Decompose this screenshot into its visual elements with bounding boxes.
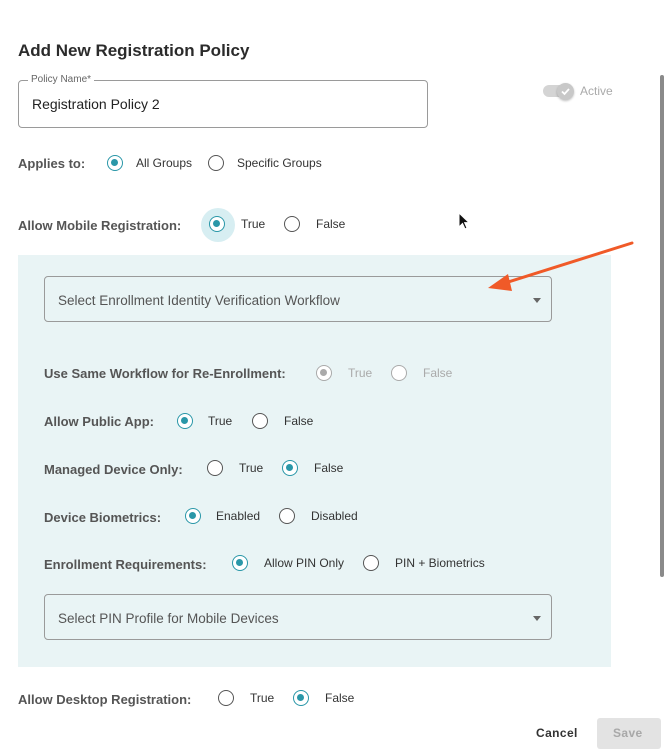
cursor-icon — [458, 212, 471, 230]
same-workflow-label: Use Same Workflow for Re-Enrollment: — [44, 366, 286, 381]
scrollbar[interactable] — [660, 75, 664, 577]
save-button-label: Save — [613, 726, 643, 740]
check-icon — [561, 88, 570, 96]
pin-profile-placeholder: Select PIN Profile for Mobile Devices — [58, 611, 279, 626]
chevron-down-icon — [533, 616, 541, 621]
option-same-workflow-false: False — [423, 366, 453, 380]
option-public-app-true: True — [208, 414, 233, 428]
option-desktop-true: True — [250, 691, 275, 705]
radio-public-app-true[interactable] — [177, 413, 193, 429]
policy-name-label: Policy Name* — [28, 74, 95, 85]
public-app-label: Allow Public App: — [44, 414, 155, 429]
enrollment-workflow-placeholder: Select Enrollment Identity Verification … — [58, 293, 340, 308]
radio-mobile-false[interactable] — [284, 216, 300, 232]
chevron-down-icon — [533, 298, 541, 303]
option-biometrics-enabled: Enabled — [216, 509, 261, 523]
option-mobile-false: False — [316, 217, 346, 231]
applies-to-label: Applies to: — [18, 156, 86, 171]
active-toggle-label: Active — [580, 84, 613, 98]
radio-specific-groups[interactable] — [208, 155, 224, 171]
save-button[interactable]: Save — [597, 718, 661, 749]
radio-mobile-true[interactable] — [209, 216, 225, 232]
managed-device-label: Managed Device Only: — [44, 462, 183, 477]
active-toggle[interactable] — [543, 83, 575, 100]
allow-mobile-label: Allow Mobile Registration: — [18, 218, 182, 233]
radio-managed-device-true[interactable] — [207, 460, 223, 476]
option-managed-device-true: True — [239, 461, 264, 475]
option-same-workflow-true: True — [348, 366, 373, 380]
radio-biometrics-enabled[interactable] — [185, 508, 201, 524]
radio-pin-biometrics[interactable] — [363, 555, 379, 571]
option-all-groups: All Groups — [136, 156, 193, 170]
cancel-button[interactable]: Cancel — [536, 726, 578, 740]
radio-public-app-false[interactable] — [252, 413, 268, 429]
dialog-title: Add New Registration Policy — [18, 41, 250, 60]
toggle-knob — [557, 83, 574, 100]
option-mobile-true: True — [241, 217, 266, 231]
device-biometrics-label: Device Biometrics: — [44, 510, 162, 525]
radio-managed-device-false[interactable] — [282, 460, 298, 476]
option-allow-pin-only: Allow PIN Only — [264, 556, 345, 570]
radio-all-groups[interactable] — [107, 155, 123, 171]
option-managed-device-false: False — [314, 461, 344, 475]
radio-biometrics-disabled[interactable] — [279, 508, 295, 524]
option-public-app-false: False — [284, 414, 314, 428]
radio-allow-pin-only[interactable] — [232, 555, 248, 571]
option-desktop-false: False — [325, 691, 355, 705]
policy-name-value[interactable]: Registration Policy 2 — [32, 96, 160, 112]
option-specific-groups: Specific Groups — [237, 156, 322, 170]
enrollment-requirements-label: Enrollment Requirements: — [44, 557, 207, 572]
radio-desktop-false[interactable] — [293, 690, 309, 706]
radio-desktop-true[interactable] — [218, 690, 234, 706]
radio-same-workflow-true — [316, 365, 332, 381]
radio-same-workflow-false — [391, 365, 407, 381]
option-biometrics-disabled: Disabled — [311, 509, 358, 523]
allow-desktop-label: Allow Desktop Registration: — [18, 692, 192, 707]
option-pin-biometrics: PIN + Biometrics — [395, 556, 485, 570]
